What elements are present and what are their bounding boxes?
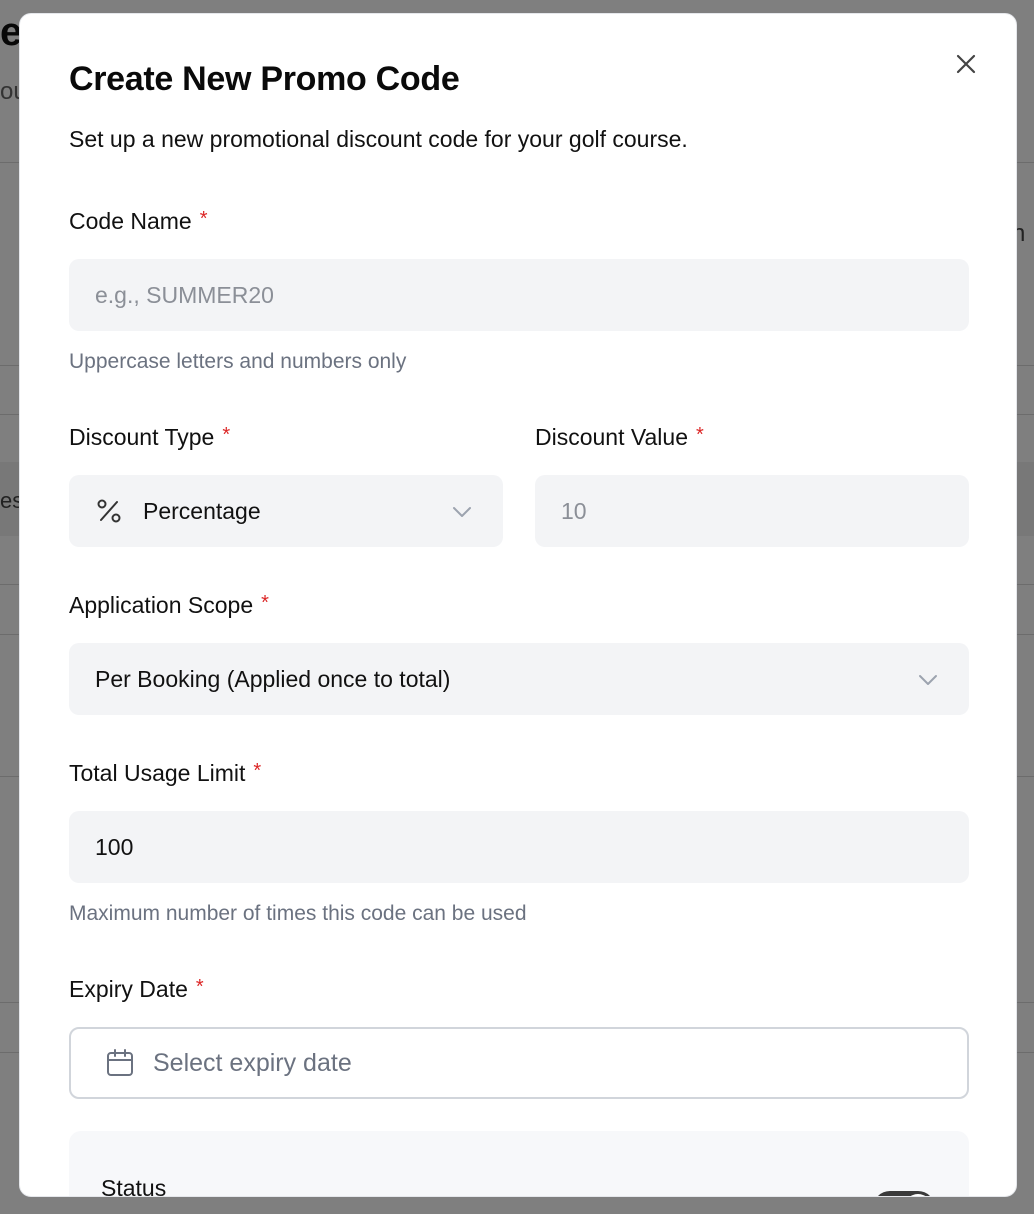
required-marker: * (222, 424, 231, 446)
expiry-date-label: Expiry Date * (69, 976, 204, 1003)
discount-type-select[interactable]: Percentage (69, 475, 503, 547)
chevron-down-icon (453, 507, 471, 517)
status-toggle[interactable] (873, 1191, 935, 1196)
expiry-date-picker[interactable]: Select expiry date (69, 1027, 969, 1099)
status-toggle-knob (904, 1194, 932, 1196)
discount-value-label: Discount Value * (535, 424, 704, 451)
expiry-date-label-text: Expiry Date (69, 976, 188, 1002)
percent-icon (97, 499, 121, 523)
required-marker: * (261, 592, 269, 614)
application-scope-select[interactable]: Per Booking (Applied once to total) (69, 643, 969, 715)
discount-type-value: Percentage (143, 497, 261, 524)
calendar-icon (107, 1049, 133, 1076)
status-label: Status (101, 1175, 167, 1197)
expiry-date-placeholder: Select expiry date (153, 1048, 352, 1077)
discount-type-label: Discount Type * (69, 424, 230, 451)
required-marker: * (696, 424, 704, 446)
discount-type-label-text: Discount Type (69, 424, 215, 450)
dialog-description: Set up a new promotional discount code f… (69, 126, 688, 152)
close-button[interactable] (952, 50, 980, 78)
required-marker: * (195, 976, 204, 998)
application-scope-label: Application Scope * (69, 592, 269, 619)
usage-limit-field[interactable] (69, 811, 969, 883)
code-name-field[interactable] (69, 259, 969, 331)
promo-code-dialog: Create New Promo Code Set up a new promo… (19, 13, 1017, 1197)
usage-limit-label: Total Usage Limit * (69, 760, 261, 787)
required-marker: * (253, 760, 262, 782)
discount-value-field[interactable] (535, 475, 969, 547)
application-scope-label-text: Application Scope (69, 592, 254, 618)
usage-limit-input[interactable] (95, 833, 943, 861)
code-name-hint: Uppercase letters and numbers only (69, 350, 407, 373)
application-scope-value: Per Booking (Applied once to total) (95, 665, 451, 692)
discount-value-label-text: Discount Value (535, 424, 688, 450)
discount-value-input[interactable] (561, 497, 943, 525)
code-name-input[interactable] (95, 281, 943, 309)
usage-limit-hint: Maximum number of times this code can be… (69, 902, 527, 925)
required-marker: * (199, 208, 208, 230)
code-name-label: Code Name * (69, 208, 208, 235)
code-name-label-text: Code Name (69, 208, 192, 234)
status-card: Status (69, 1131, 969, 1197)
chevron-down-icon (919, 675, 937, 685)
usage-limit-label-text: Total Usage Limit (69, 760, 246, 786)
dialog-title: Create New Promo Code (69, 60, 460, 98)
close-icon (956, 54, 976, 74)
